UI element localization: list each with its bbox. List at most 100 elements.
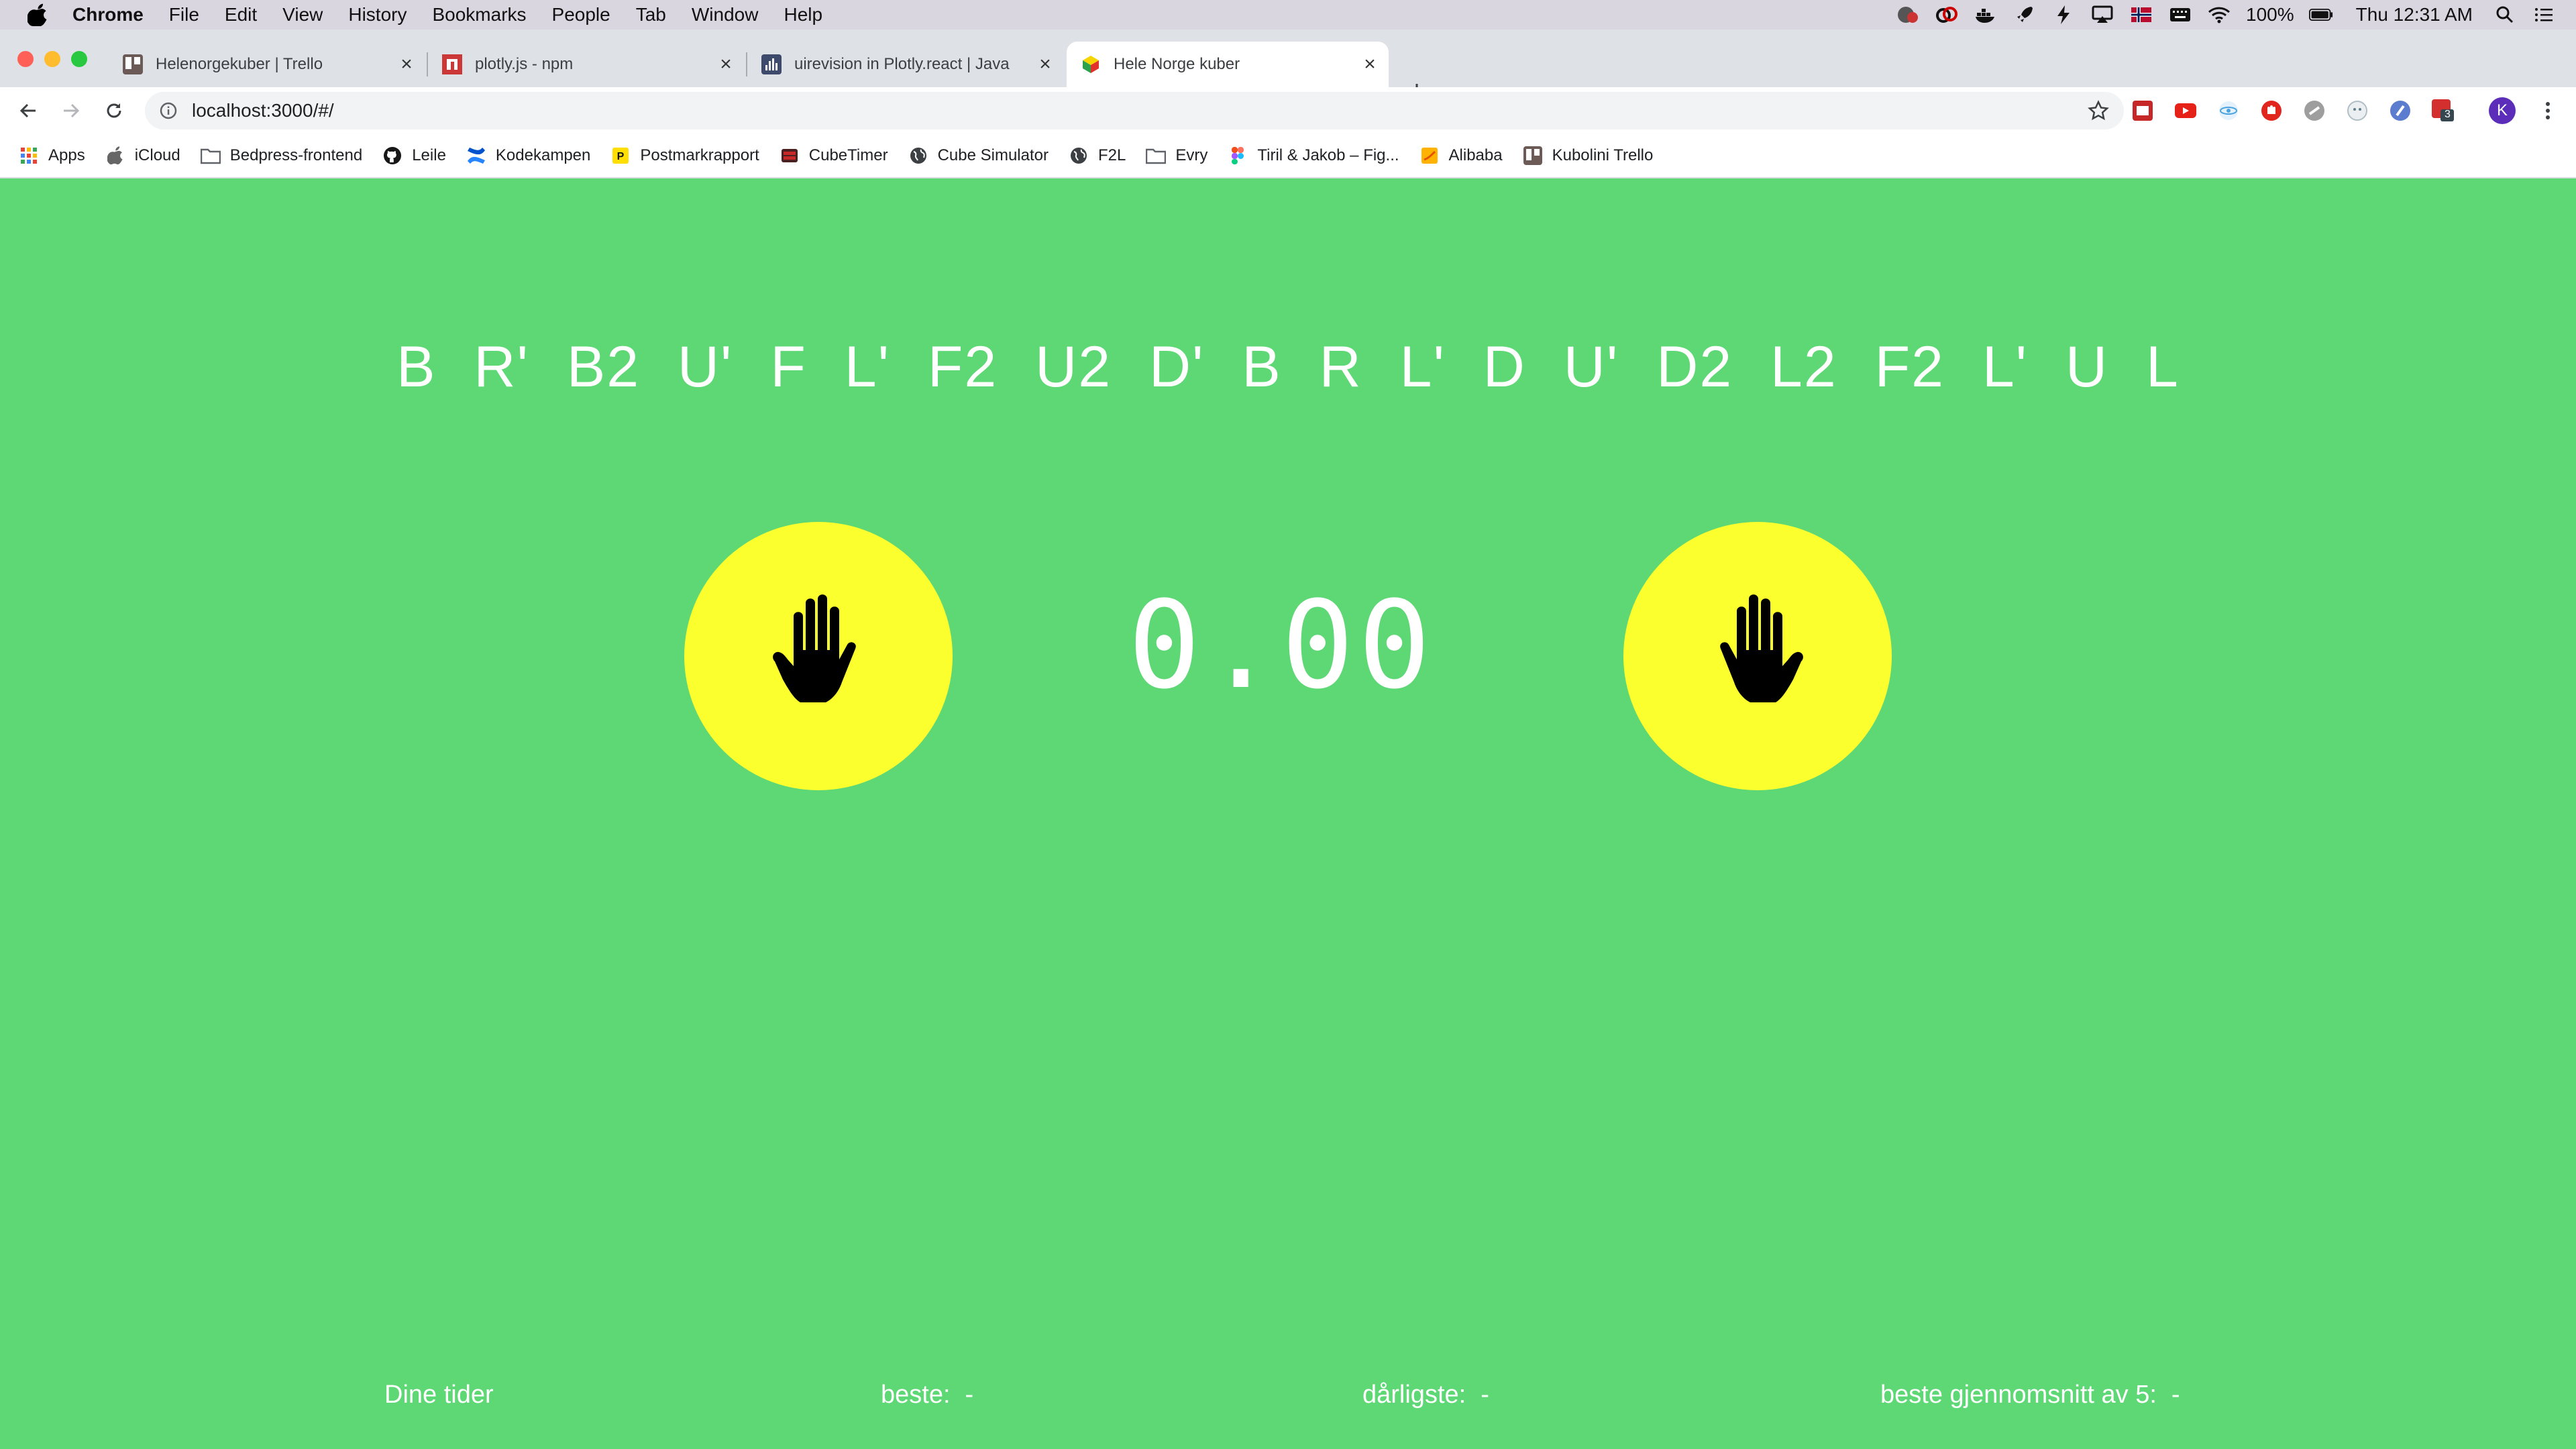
bookmark-alibaba[interactable]: Alibaba xyxy=(1419,146,1503,166)
menu-history[interactable]: History xyxy=(348,4,407,25)
bookmark-label: F2L xyxy=(1098,146,1126,164)
back-button[interactable] xyxy=(13,96,43,125)
window-minimize-button[interactable] xyxy=(44,51,60,67)
confluence-icon xyxy=(466,146,486,166)
hand-icon xyxy=(761,591,875,722)
bookmark-postmarkrapport[interactable]: P Postmarkrapport xyxy=(610,146,759,166)
menu-edit[interactable]: Edit xyxy=(225,4,257,25)
bookmark-cubetimer[interactable]: CubeTimer xyxy=(780,146,888,166)
left-hand-pad[interactable] xyxy=(684,522,953,790)
extension-adblock-icon[interactable] xyxy=(2259,99,2284,123)
norway-flag-icon[interactable] xyxy=(2129,5,2153,24)
close-icon[interactable]: × xyxy=(396,53,417,75)
extension-badge-count: 3 xyxy=(2445,109,2451,120)
macos-menu-bar: Chrome File Edit View History Bookmarks … xyxy=(0,0,2576,30)
close-icon[interactable]: × xyxy=(1359,53,1381,75)
bookmark-icloud[interactable]: iCloud xyxy=(105,146,180,166)
bookmark-kodekampen[interactable]: Kodekampen xyxy=(466,146,590,166)
globe-icon xyxy=(1069,146,1089,166)
rocket-icon[interactable] xyxy=(2012,5,2037,24)
postmark-icon: P xyxy=(610,146,631,166)
menu-bookmarks[interactable]: Bookmarks xyxy=(432,4,526,25)
bookmark-label: Apps xyxy=(48,146,85,164)
bookmark-label: CubeTimer xyxy=(808,146,888,164)
wifi-icon[interactable] xyxy=(2207,5,2231,24)
best-label: beste: xyxy=(881,1381,951,1409)
bookmark-apps[interactable]: Apps xyxy=(19,146,85,166)
window-zoom-button[interactable] xyxy=(71,51,87,67)
menu-file[interactable]: File xyxy=(169,4,199,25)
spotlight-search-icon[interactable] xyxy=(2493,5,2517,24)
creative-cloud-icon[interactable] xyxy=(1935,5,1959,24)
address-bar[interactable]: localhost:3000/#/ xyxy=(145,92,2124,129)
extension-blue-icon[interactable] xyxy=(2388,99,2412,123)
apps-grid-icon xyxy=(19,146,39,166)
bookmark-label: Bedpress-frontend xyxy=(229,146,363,164)
chrome-menu-icon[interactable] xyxy=(2536,99,2560,123)
bookmark-cube-simulator[interactable]: Cube Simulator xyxy=(908,146,1049,166)
bookmark-leile[interactable]: Leile xyxy=(382,146,446,166)
best-avg5-value: - xyxy=(2171,1381,2180,1409)
stats-worst: dårligste: - xyxy=(1362,1381,1489,1409)
extension-youtube-icon[interactable] xyxy=(2174,99,2198,123)
bookmark-label: Leile xyxy=(412,146,446,164)
forward-button[interactable] xyxy=(56,96,86,125)
apple-menu-icon[interactable] xyxy=(25,3,50,27)
bookmark-label: Tiril & Jakob – Fig... xyxy=(1257,146,1399,164)
window-close-button[interactable] xyxy=(17,51,34,67)
bookmark-tiril-jakob-figma[interactable]: Tiril & Jakob – Fig... xyxy=(1228,146,1399,166)
bookmark-bedpress-frontend[interactable]: Bedpress-frontend xyxy=(200,146,363,166)
menu-window[interactable]: Window xyxy=(692,4,759,25)
extension-screenshot-icon[interactable] xyxy=(2131,99,2155,123)
bolt-icon[interactable] xyxy=(2051,5,2076,24)
timer-display: 0.00 xyxy=(1128,576,1435,716)
close-icon[interactable]: × xyxy=(1034,53,1056,75)
menu-help[interactable]: Help xyxy=(784,4,822,25)
airplay-icon[interactable] xyxy=(2090,5,2114,24)
tab-plotly-npm[interactable]: plotly.js - npm × xyxy=(428,42,745,87)
tab-trello[interactable]: Helenorgekuber | Trello × xyxy=(109,42,425,87)
extension-react-devtools-icon[interactable] xyxy=(2216,99,2241,123)
menu-view[interactable]: View xyxy=(282,4,323,25)
bookmark-kubolini-trello[interactable]: Kubolini Trello xyxy=(1523,146,1654,166)
menu-clock[interactable]: Thu 12:31 AM xyxy=(2356,4,2473,25)
extension-grey-icon[interactable] xyxy=(2302,99,2326,123)
menu-app-name[interactable]: Chrome xyxy=(72,4,144,25)
info-icon[interactable] xyxy=(158,101,178,121)
bookmark-label: Kubolini Trello xyxy=(1552,146,1654,164)
folder-icon xyxy=(200,146,221,166)
svg-text:P: P xyxy=(617,151,625,162)
notification-center-icon[interactable] xyxy=(2532,5,2556,24)
hand-icon xyxy=(1701,591,1815,722)
reload-button[interactable] xyxy=(99,96,129,125)
bookmark-star-icon[interactable] xyxy=(2088,100,2109,121)
battery-icon[interactable] xyxy=(2308,5,2333,24)
bookmark-f2l[interactable]: F2L xyxy=(1069,146,1126,166)
extension-badge-icon[interactable]: 3 xyxy=(2431,99,2455,123)
folder-icon xyxy=(1146,146,1167,166)
right-hand-pad[interactable] xyxy=(1623,522,1892,790)
keyboard-icon[interactable] xyxy=(2168,5,2192,24)
tab-hele-norge-kuber[interactable]: Hele Norge kuber × xyxy=(1067,42,1389,87)
bookmark-evry[interactable]: Evry xyxy=(1146,146,1208,166)
docker-icon[interactable] xyxy=(1974,5,1998,24)
bookmarks-bar: Apps iCloud Bedpress-frontend Leile Kode… xyxy=(0,134,2576,178)
cubetimer-icon xyxy=(780,146,800,166)
close-icon[interactable]: × xyxy=(715,53,737,75)
url-text[interactable]: localhost:3000/#/ xyxy=(192,100,334,121)
best-value: - xyxy=(965,1381,974,1409)
tab-plotly-react[interactable]: uirevision in Plotly.react | Java × xyxy=(747,42,1064,87)
bookmark-label: Kodekampen xyxy=(495,146,591,164)
profile-avatar[interactable]: K xyxy=(2489,97,2516,124)
tab-title: uirevision in Plotly.react | Java xyxy=(794,55,1010,73)
menu-people[interactable]: People xyxy=(552,4,610,25)
scramble-text: B R' B2 U' F L' F2 U2 D' B R L' D U' D2 … xyxy=(396,335,2180,399)
tab-title: plotly.js - npm xyxy=(475,55,574,73)
extension-ghost-icon[interactable] xyxy=(2345,99,2369,123)
stats-label: Dine tider xyxy=(384,1381,494,1409)
accessibility-status-icon[interactable] xyxy=(1896,5,1920,24)
bookmark-label: Cube Simulator xyxy=(937,146,1049,164)
npm-icon xyxy=(441,54,463,75)
your-times-label: Dine tider xyxy=(384,1381,494,1409)
menu-tab[interactable]: Tab xyxy=(636,4,666,25)
